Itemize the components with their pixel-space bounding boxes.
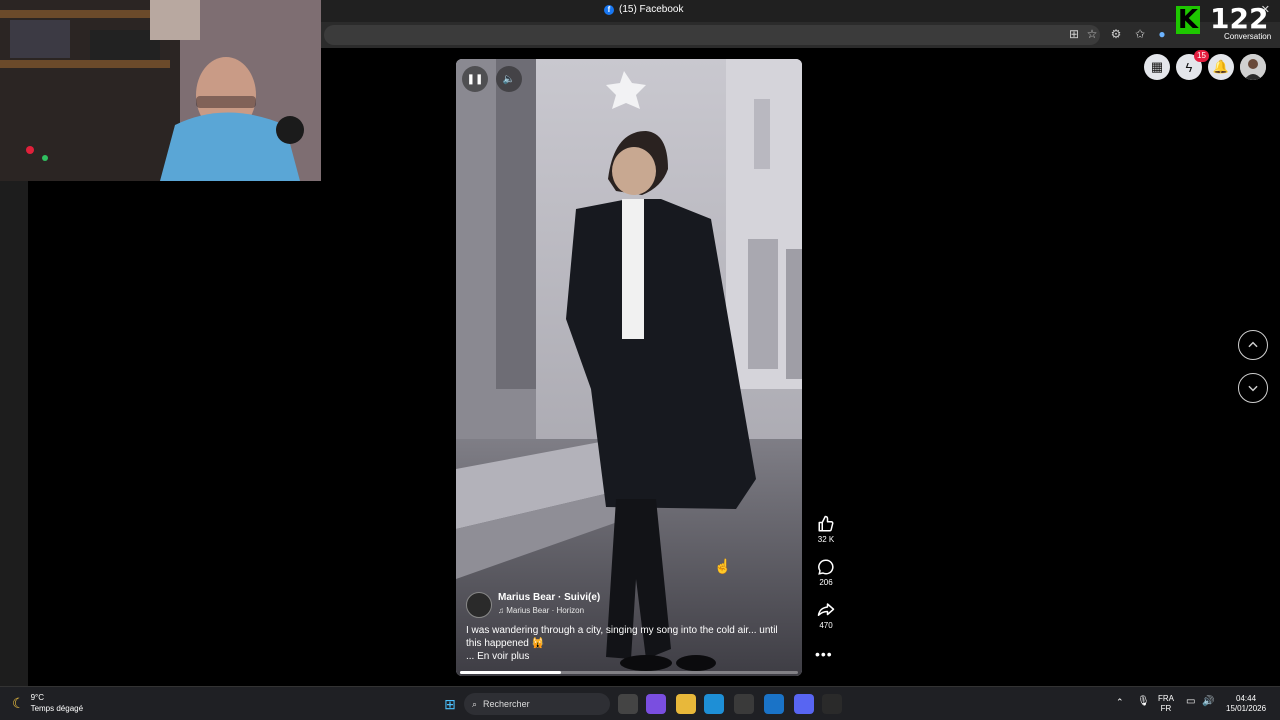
tab-title: (15) Facebook	[619, 4, 684, 15]
weather-widget[interactable]: ☾ 9°C Temps dégagé	[12, 692, 83, 714]
previous-reel-button[interactable]	[1238, 330, 1268, 360]
copilot-icon[interactable]: ●	[1154, 26, 1170, 42]
chevron-up-tray-icon[interactable]: ⌃	[1116, 697, 1124, 707]
windows-taskbar	[0, 686, 1280, 720]
profile-avatar[interactable]	[1240, 54, 1266, 80]
favorite-star-icon[interactable]: ☆	[1084, 26, 1100, 42]
search-placeholder: Rechercher	[483, 699, 530, 709]
reel-progress-fill	[460, 671, 562, 674]
clock-time: 04:44	[1236, 694, 1257, 703]
share-icon	[817, 603, 835, 616]
task-view-icon[interactable]	[618, 694, 638, 714]
webcam-overlay	[0, 0, 321, 181]
moon-icon: ☾	[12, 694, 25, 711]
volume-button[interactable]: 🔈	[496, 66, 522, 92]
edge-browser-icon[interactable]	[704, 694, 724, 714]
language-indicator[interactable]: FRA FR	[1158, 694, 1174, 714]
score-value: 122	[1210, 2, 1269, 35]
pause-button[interactable]: ❚❚	[462, 66, 488, 92]
notifications-button[interactable]: 🔔	[1208, 54, 1234, 80]
comment-count: 206	[819, 578, 833, 587]
comment-button[interactable]: 206	[808, 558, 844, 587]
extensions-icon[interactable]: ⚙	[1108, 26, 1124, 42]
copilot-app-icon[interactable]	[646, 694, 666, 714]
menu-grid-button[interactable]: ▦	[1144, 54, 1170, 80]
score-overlay: K 122 Conversation	[1174, 2, 1274, 44]
score-label: Conversation	[1224, 32, 1272, 41]
share-count: 470	[819, 621, 833, 630]
author-name[interactable]: Marius Bear · Suivi(e)	[498, 592, 600, 603]
messenger-icon: ϟ	[1185, 59, 1193, 75]
bell-icon: 🔔	[1212, 59, 1230, 74]
language-top: FRA	[1158, 694, 1174, 703]
reel-author[interactable]: Marius Bear · Suivi(e) ♫ Marius Bear · H…	[466, 592, 600, 618]
chevron-up-icon	[1248, 341, 1258, 348]
browser-tab[interactable]: f (15) Facebook	[604, 4, 683, 15]
mail-icon[interactable]	[764, 694, 784, 714]
reel-caption: I was wandering through a city, singing …	[466, 625, 778, 649]
score-logo: K	[1176, 5, 1200, 35]
clock-date: 15/01/2026	[1226, 704, 1267, 713]
volume-icon[interactable]: 🔊	[1202, 697, 1214, 707]
collections-icon[interactable]: ✩	[1132, 26, 1148, 42]
address-bar[interactable]	[324, 25, 1100, 45]
discord-icon[interactable]	[794, 694, 814, 714]
search-icon: ⌕	[472, 698, 478, 709]
see-more-link[interactable]: ... En voir plus	[466, 651, 529, 662]
steam-icon[interactable]	[822, 694, 842, 714]
share-button[interactable]: 470	[808, 601, 844, 630]
reel-video[interactable]	[456, 59, 802, 676]
microphone-icon[interactable]: 🎙	[1137, 697, 1150, 707]
weather-label: Temps dégagé	[30, 704, 84, 713]
like-button[interactable]: 32 K	[808, 515, 844, 544]
store-icon[interactable]	[734, 694, 754, 714]
reel-progress[interactable]	[460, 671, 798, 674]
grid-icon: ▦	[1150, 59, 1164, 74]
thumbs-up-icon	[818, 515, 834, 532]
chevron-down-icon	[1248, 385, 1258, 392]
comment-icon	[818, 559, 834, 575]
speaker-icon: 🔈	[502, 73, 516, 85]
more-options-icon[interactable]: •••	[815, 646, 833, 662]
network-icon[interactable]: ▭	[1186, 697, 1195, 707]
temperature: 9°C	[30, 693, 44, 702]
start-button[interactable]: ⊞	[440, 694, 460, 714]
pause-icon: ❚❚	[466, 73, 484, 85]
next-reel-button[interactable]	[1238, 373, 1268, 403]
windows-logo-icon: ⊞	[444, 695, 456, 712]
taskbar-search[interactable]: ⌕ Rechercher	[464, 693, 610, 715]
file-explorer-icon[interactable]	[676, 694, 696, 714]
facebook-icon: f	[604, 4, 614, 15]
music-label[interactable]: ♫ Marius Bear · Horizon	[498, 606, 600, 615]
like-count: 32 K	[817, 535, 835, 544]
hand-cursor-icon: ☝	[714, 558, 732, 574]
clock[interactable]: 04:44 15/01/2026	[1226, 694, 1266, 714]
messenger-badge: 15	[1194, 50, 1209, 62]
author-avatar[interactable]	[466, 592, 492, 618]
split-screen-icon[interactable]: ⊞	[1066, 26, 1082, 42]
language-bottom: FR	[1160, 704, 1172, 713]
